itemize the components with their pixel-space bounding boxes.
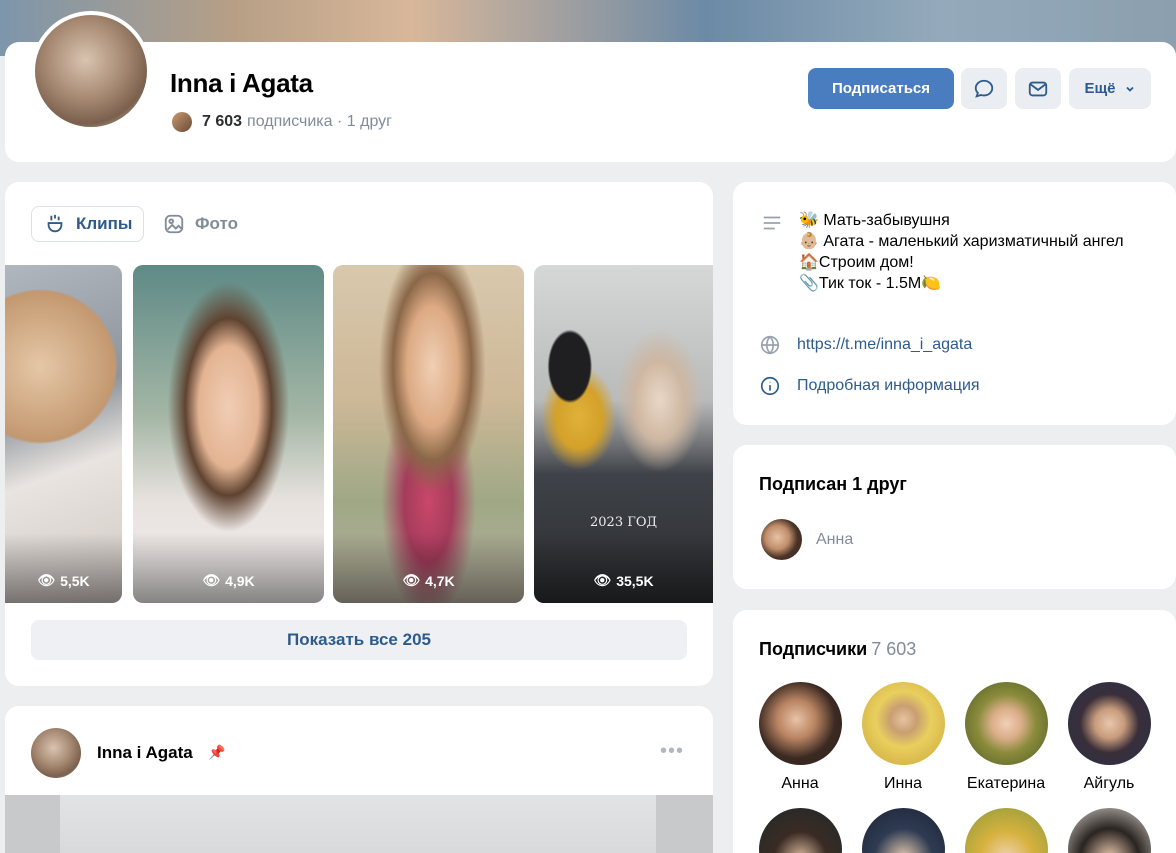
- mail-button[interactable]: [1015, 68, 1061, 109]
- info-icon: [760, 376, 780, 396]
- about-line: 🐝 Мать-забывушня: [799, 212, 950, 229]
- clip-views-count: 4,7K: [425, 572, 455, 589]
- telegram-link-text[interactable]: https://t.me/inna_i_agata: [797, 336, 972, 354]
- chat-bubble-icon: [974, 79, 994, 98]
- friend-avatar[interactable]: [761, 519, 802, 560]
- subscriber-avatar[interactable]: [759, 808, 842, 853]
- subscriber-avatar: [861, 682, 945, 765]
- clips-icon: [47, 214, 63, 233]
- friends-title[interactable]: Подписан 1 друг: [759, 474, 907, 495]
- subscriber-avatar: [758, 682, 842, 765]
- clip-shade: [133, 533, 324, 603]
- pin-icon: 📌: [208, 744, 226, 760]
- profile-name: Inna i Agata: [170, 68, 313, 98]
- more-label: Ещё: [1084, 80, 1116, 97]
- followers-count: 7 603: [202, 113, 243, 130]
- post-author-avatar[interactable]: [31, 728, 81, 778]
- clip-views-count: 5,5K: [60, 572, 90, 589]
- subscriber-item[interactable]: Екатерина: [958, 682, 1054, 793]
- mail-icon: [1028, 81, 1048, 96]
- subscriber-avatar: [964, 682, 1048, 765]
- eye-icon: 👁: [593, 572, 612, 588]
- subscriber-name: Айгуль: [1083, 775, 1135, 792]
- clip-thumbnail[interactable]: 2023 ГОД 👁 35,5K: [534, 265, 713, 603]
- subscriber-item[interactable]: Анна: [752, 682, 848, 793]
- clips-section: Клипы Фото 👁 5,5K 👁 4,9K 👁 4,7K 2023 ГОД…: [5, 182, 713, 686]
- profile-meta[interactable]: 7 603 подписчика · 1 друг: [172, 112, 392, 132]
- pinned-post: Inna i Agata 📌 •••: [5, 706, 713, 853]
- subscriber-avatar[interactable]: [862, 808, 945, 853]
- followers-suffix: подписчика · 1 друг: [247, 113, 392, 130]
- subscriber-item[interactable]: Айгуль: [1061, 682, 1157, 793]
- tab-photo-label: Фото: [195, 214, 238, 233]
- more-dots-icon[interactable]: •••: [660, 740, 684, 763]
- eye-icon: 👁: [402, 572, 421, 588]
- clip-shade: [333, 533, 524, 603]
- subscribe-button[interactable]: Подписаться: [808, 68, 954, 109]
- eye-icon: 👁: [202, 572, 221, 588]
- details-link[interactable]: Подробная информация: [759, 375, 980, 397]
- subscriber-avatar[interactable]: [1068, 808, 1151, 853]
- clip-thumbnail[interactable]: 👁 4,9K: [133, 265, 324, 603]
- photo-icon: [164, 214, 184, 234]
- telegram-link[interactable]: https://t.me/inna_i_agata: [759, 334, 972, 356]
- chevron-down-icon: [1125, 86, 1134, 92]
- clip-views: 👁 4,9K: [133, 572, 324, 589]
- subscribers-count: 7 603: [871, 639, 917, 659]
- description-icon: [763, 216, 781, 230]
- tab-clips[interactable]: Клипы: [31, 206, 144, 242]
- about-description: 🐝 Мать-забывушня 👶🏼 Агата - маленький ха…: [799, 210, 1149, 294]
- about-line: 📎Тик ток - 1.5M🍋: [799, 275, 942, 292]
- clip-thumbnail[interactable]: 👁 5,5K: [5, 265, 122, 603]
- subscriber-name: Инна: [883, 775, 923, 792]
- clip-views: 👁 4,7K: [333, 572, 524, 589]
- post-author-name[interactable]: Inna i Agata: [97, 743, 193, 763]
- friend-name[interactable]: Анна: [816, 531, 853, 549]
- subscriber-item[interactable]: Инна: [855, 682, 951, 793]
- friends-section: Подписан 1 друг Анна: [733, 445, 1176, 589]
- about-section: 🐝 Мать-забывушня 👶🏼 Агата - маленький ха…: [733, 182, 1176, 425]
- more-button[interactable]: Ещё: [1069, 68, 1151, 109]
- subscriber-name: Екатерина: [966, 775, 1046, 792]
- clip-shade: [534, 533, 713, 603]
- profile-header: Inna i Agata 7 603 подписчика · 1 друг П…: [5, 11, 1176, 162]
- clip-thumbnail[interactable]: 👁 4,7K: [333, 265, 524, 603]
- subscriber-name: Анна: [781, 775, 819, 792]
- about-line: 👶🏼 Агата - маленький харизматичный ангел: [799, 233, 1124, 250]
- post-image[interactable]: [60, 795, 656, 853]
- clip-views: 👁 5,5K: [5, 572, 122, 589]
- subscribers-section: Подписчики 7 603 Анна Инна Екатерина Айгу…: [733, 610, 1176, 853]
- clip-views-count: 4,9K: [225, 572, 255, 589]
- details-link-text[interactable]: Подробная информация: [797, 377, 980, 395]
- clip-views-count: 35,5K: [616, 572, 654, 589]
- about-line: 🏠Строим дом!: [799, 254, 914, 271]
- message-button[interactable]: [961, 68, 1007, 109]
- tab-clips-label: Клипы: [76, 214, 133, 233]
- subscriber-avatar: [1067, 682, 1151, 765]
- globe-icon: [760, 335, 780, 355]
- tab-photo[interactable]: Фото: [163, 206, 238, 242]
- follower-mini-avatar: [172, 112, 192, 132]
- clip-shade: [5, 533, 122, 603]
- eye-icon: 👁: [37, 572, 56, 588]
- subscribers-title-text: Подписчики: [759, 639, 868, 659]
- subscribers-title[interactable]: Подписчики 7 603: [759, 639, 916, 660]
- clip-caption: 2023 ГОД: [590, 515, 658, 530]
- profile-avatar[interactable]: [31, 11, 151, 131]
- show-all-clips-button[interactable]: Показать все 205: [31, 620, 687, 660]
- subscriber-avatar[interactable]: [965, 808, 1048, 853]
- clip-views: 👁 35,5K: [534, 572, 713, 589]
